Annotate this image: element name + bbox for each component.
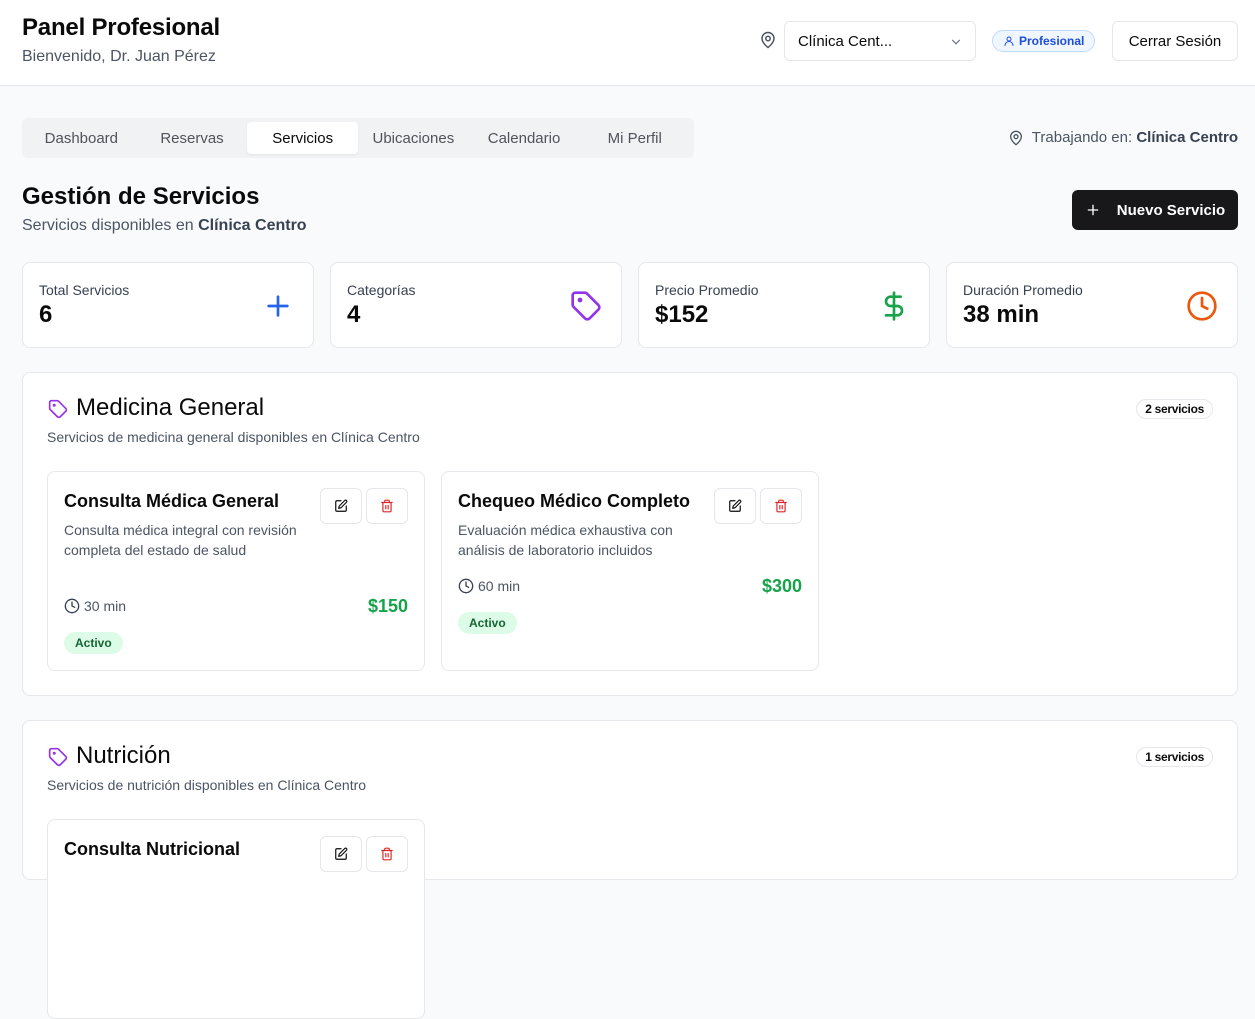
service-duration-text: 30 min: [84, 598, 127, 614]
role-badge-label: Profesional: [1019, 34, 1085, 48]
edit-icon: [335, 499, 348, 512]
tab-ubicaciones[interactable]: Ubicaciones: [358, 122, 469, 154]
service-price: $150: [367, 596, 408, 616]
tab-dashboard[interactable]: Dashboard: [26, 122, 137, 154]
location-select[interactable]: Clínica Cent...: [784, 21, 976, 61]
edit-button[interactable]: [320, 488, 362, 524]
service-description: Consulta médica integral con revisión co…: [64, 522, 297, 558]
edit-icon: [729, 499, 742, 512]
tab-mi-perfil[interactable]: Mi Perfil: [579, 122, 690, 154]
edit-button[interactable]: [320, 836, 362, 872]
service-card: Chequeo Médico Completo Evaluación médic…: [441, 471, 819, 671]
delete-button[interactable]: [760, 488, 802, 524]
service-card: Consulta Nutricional: [47, 819, 425, 1019]
category-description: Servicios de medicina general disponible…: [47, 429, 420, 445]
logout-button[interactable]: Cerrar Sesión: [1112, 21, 1238, 61]
plus-icon: [267, 295, 289, 317]
clock-icon: [64, 598, 80, 614]
edit-button[interactable]: [714, 488, 756, 524]
stat-value: 38 min: [963, 301, 1040, 328]
map-pin-icon: [761, 31, 775, 49]
category-card-medicina-general: Medicina General Servicios de medicina g…: [22, 372, 1238, 696]
clock-icon: [1187, 291, 1217, 321]
stat-value: $152: [655, 301, 709, 328]
delete-button[interactable]: [366, 488, 408, 524]
tab-calendario[interactable]: Calendario: [469, 122, 580, 154]
working-location-name: Clínica Centro: [1136, 129, 1238, 146]
stat-categories: Categorías 4: [330, 262, 622, 348]
category-description: Servicios de nutrición disponibles en Cl…: [47, 777, 367, 793]
service-name: Consulta Médica General: [64, 491, 280, 511]
category-card-nutricion: Nutrición Servicios de nutrición disponi…: [22, 720, 1238, 1019]
service-count-badge: 2 servicios: [1136, 399, 1213, 419]
chevron-down-icon: [951, 39, 961, 45]
clock-icon: [458, 578, 474, 594]
trash-icon: [381, 847, 393, 861]
trash-icon: [381, 499, 393, 513]
service-price: $300: [761, 576, 802, 596]
tag-icon: [48, 399, 68, 419]
working-prefix: Trabajando en:: [1031, 129, 1133, 146]
tag-icon: [571, 291, 601, 321]
role-badge: Profesional: [992, 30, 1096, 52]
tab-reservas[interactable]: Reservas: [137, 122, 248, 154]
trash-icon: [775, 499, 787, 513]
edit-icon: [335, 847, 348, 860]
page-subtitle: Servicios disponibles en Clínica Centro: [22, 217, 307, 235]
main-tabs: Dashboard Reservas Servicios Ubicaciones…: [22, 118, 694, 158]
service-count-badge: 1 servicios: [1136, 747, 1213, 767]
page-subtitle-prefix: Servicios disponibles en: [22, 217, 194, 234]
stat-total-services: Total Servicios 6: [22, 262, 314, 348]
tab-servicios[interactable]: Servicios: [247, 122, 359, 154]
dollar-icon: [884, 291, 904, 321]
status-badge: Activo: [64, 632, 123, 654]
stat-value: 6: [39, 301, 53, 328]
service-duration: 60 min: [458, 578, 520, 594]
stat-label: Duración Promedio: [963, 282, 1083, 298]
status-badge: Activo: [458, 612, 517, 634]
plus-icon: [1087, 204, 1099, 216]
welcome-text: Bienvenido, Dr. Juan Pérez: [22, 48, 216, 65]
service-duration-text: 60 min: [478, 578, 521, 594]
service-name: Consulta Nutricional: [64, 839, 241, 859]
tag-icon: [48, 747, 68, 767]
working-location: Trabajando en: Clínica Centro: [1008, 129, 1238, 146]
category-title: Medicina General: [76, 394, 265, 421]
new-service-button[interactable]: Nuevo Servicio: [1072, 190, 1238, 230]
app-header: Panel Profesional Bienvenido, Dr. Juan P…: [0, 0, 1255, 86]
stat-label: Total Servicios: [39, 282, 130, 298]
page-subtitle-location: Clínica Centro: [198, 217, 307, 234]
stat-value: 4: [347, 301, 361, 328]
page-title: Gestión de Servicios: [22, 183, 260, 210]
stat-label: Precio Promedio: [655, 282, 759, 298]
service-card: Consulta Médica General Consulta médica …: [47, 471, 425, 671]
stat-avg-duration: Duración Promedio 38 min: [946, 262, 1238, 348]
stat-label: Categorías: [347, 282, 416, 298]
app-title: Panel Profesional: [22, 14, 220, 41]
delete-button[interactable]: [366, 836, 408, 872]
stat-avg-price: Precio Promedio $152: [638, 262, 930, 348]
category-title: Nutrición: [76, 742, 171, 769]
service-duration: 30 min: [64, 598, 126, 614]
new-service-label: Nuevo Servicio: [1116, 201, 1226, 219]
location-select-value: Clínica Cent...: [798, 33, 893, 50]
service-name: Chequeo Médico Completo: [458, 491, 691, 511]
service-description: Evaluación médica exhaustiva con análisi…: [458, 522, 673, 558]
map-pin-icon: [1009, 130, 1022, 145]
user-icon: [1004, 36, 1014, 46]
